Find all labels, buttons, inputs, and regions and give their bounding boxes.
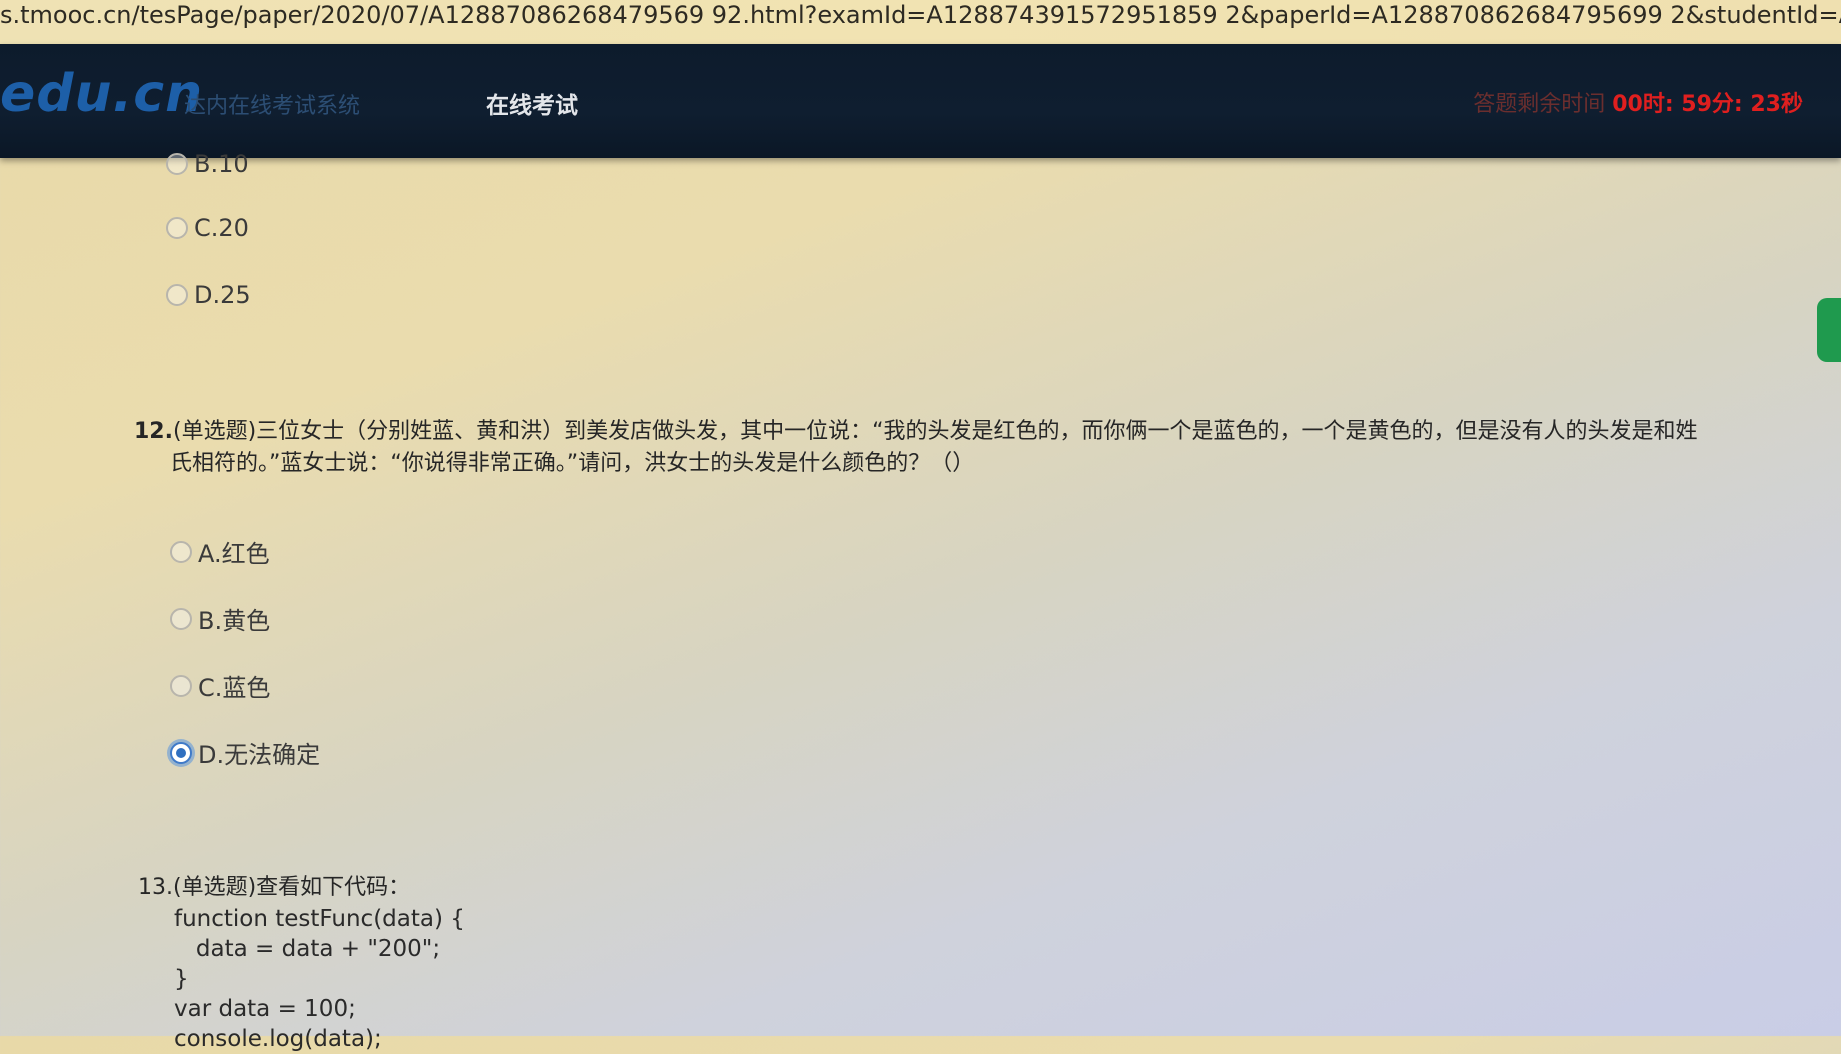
question-text-line1: 三位女士（分别姓蓝、黄和洪）到美发店做头发，其中一位说：“我的头发是红色的，而你… xyxy=(256,419,1698,444)
q12-option-d[interactable]: D.无法确定 xyxy=(170,735,320,770)
nav-online-exam[interactable]: 在线考试 xyxy=(486,86,578,120)
radio-icon[interactable] xyxy=(170,674,192,697)
question-text: 查看如下代码： xyxy=(256,875,411,900)
question-type: (单选题) xyxy=(172,419,257,444)
side-panel-toggle[interactable] xyxy=(1817,298,1841,362)
code-line: function testFunc(data) { xyxy=(174,906,465,932)
option-label: B.黄色 xyxy=(198,607,271,635)
prev-option-c[interactable]: C.20 xyxy=(166,214,249,242)
system-name: 达内在线考试系统 xyxy=(184,94,361,119)
radio-icon[interactable] xyxy=(170,607,192,630)
timer-value: 00时: 59分: 23秒 xyxy=(1612,92,1803,117)
radio-icon[interactable] xyxy=(166,217,188,239)
radio-icon[interactable] xyxy=(170,540,192,563)
question-number: 13. xyxy=(138,875,173,900)
q12-option-c[interactable]: C.蓝色 xyxy=(170,668,270,703)
option-label: C.20 xyxy=(194,214,249,242)
code-line: var data = 100; xyxy=(174,996,356,1022)
option-label: D.无法确定 xyxy=(198,741,321,769)
option-label: A.红色 xyxy=(198,540,270,568)
radio-checked-icon[interactable] xyxy=(170,741,192,764)
code-line: } xyxy=(174,966,189,992)
q12-option-b[interactable]: B.黄色 xyxy=(170,601,270,636)
address-bar[interactable]: s.tmooc.cn/tesPage/paper/2020/07/A128870… xyxy=(0,0,1841,44)
prev-option-b[interactable]: B.10 xyxy=(166,150,249,178)
countdown-timer: 答题剩余时间 00时: 59分: 23秒 xyxy=(1473,86,1803,118)
timer-label: 答题剩余时间 xyxy=(1473,92,1606,117)
top-header: edu.cn 达内在线考试系统 在线考试 答题剩余时间 00时: 59分: 23… xyxy=(0,44,1841,158)
url-text: s.tmooc.cn/tesPage/paper/2020/07/A128870… xyxy=(0,1,1841,29)
code-line: console.log(data); xyxy=(174,1026,382,1052)
option-label: C.蓝色 xyxy=(198,674,271,702)
radio-icon[interactable] xyxy=(166,153,188,175)
radio-icon[interactable] xyxy=(166,284,188,306)
question-type: (单选题) xyxy=(173,875,257,900)
prev-option-d[interactable]: D.25 xyxy=(166,281,251,309)
code-block: function testFunc(data) { data = data + … xyxy=(138,904,938,1054)
question-text-line2: 氏相符的。”蓝女士说：“你说得非常正确。”请问，洪女士的头发是什么颜色的？（） xyxy=(170,451,975,476)
option-label: D.25 xyxy=(194,281,251,309)
question-13: 13.(单选题)查看如下代码： function testFunc(data) … xyxy=(138,872,938,1054)
option-label: B.10 xyxy=(194,150,249,178)
q12-option-a[interactable]: A.红色 xyxy=(170,534,270,569)
question-number: 12. xyxy=(134,419,173,444)
site-logo: edu.cn xyxy=(0,64,204,124)
question-12: 12.(单选题)三位女士（分别姓蓝、黄和洪）到美发店做头发，其中一位说：“我的头… xyxy=(134,416,1814,480)
code-line: data = data + "200"; xyxy=(174,936,441,962)
